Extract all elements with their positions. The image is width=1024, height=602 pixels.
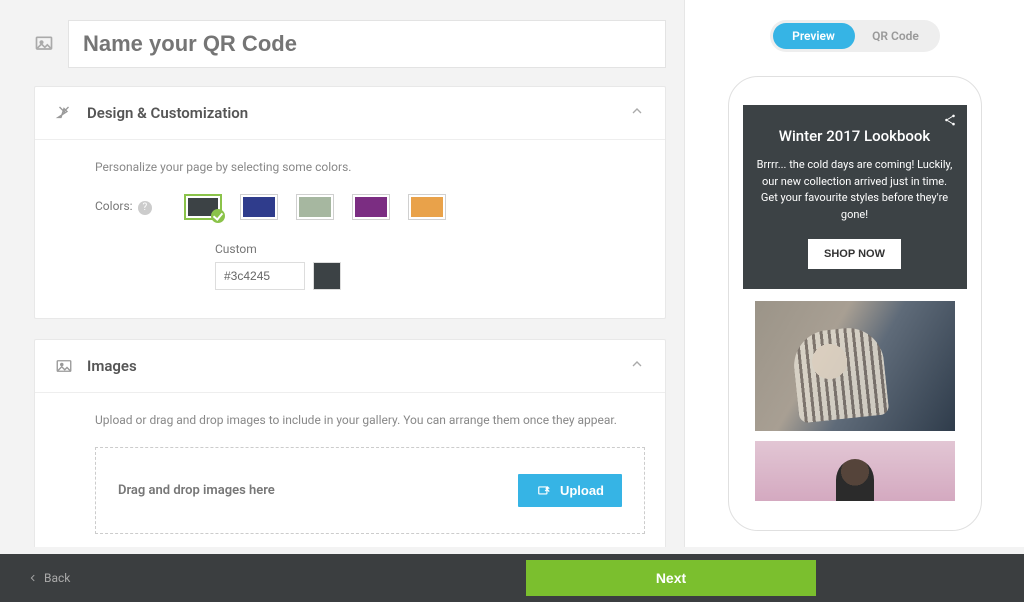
design-desc: Personalize your page by selecting some …	[95, 160, 645, 174]
color-swatch-1[interactable]	[240, 194, 278, 220]
color-swatch-3[interactable]	[352, 194, 390, 220]
preview-image-1	[755, 301, 955, 431]
custom-color-label: Custom	[215, 242, 645, 256]
chevron-up-icon	[629, 103, 645, 123]
image-placeholder-icon	[34, 34, 54, 54]
drop-text: Drag and drop images here	[118, 483, 275, 498]
preview-toggle: Preview QR Code	[770, 20, 940, 52]
hex-swatch[interactable]	[313, 262, 341, 290]
color-swatch-4[interactable]	[408, 194, 446, 220]
qr-name-input[interactable]	[68, 20, 666, 68]
chevron-up-icon	[629, 356, 645, 376]
shop-now-button[interactable]: SHOP NOW	[808, 239, 901, 269]
chevron-left-icon	[28, 573, 38, 583]
upload-button[interactable]: Upload	[518, 474, 622, 507]
drop-zone[interactable]: Drag and drop images here Upload	[95, 447, 645, 534]
check-icon	[211, 209, 225, 223]
toggle-preview[interactable]: Preview	[773, 23, 855, 49]
color-swatch-2[interactable]	[296, 194, 334, 220]
toggle-qrcode[interactable]: QR Code	[855, 23, 937, 49]
next-button[interactable]: Next	[526, 560, 816, 596]
preview-description: Brrrr... the cold days are coming! Lucki…	[757, 157, 953, 223]
upload-icon	[536, 484, 552, 498]
images-panel-header[interactable]: Images	[35, 340, 665, 393]
design-panel-title: Design & Customization	[87, 104, 615, 122]
hex-input[interactable]	[215, 262, 305, 290]
colors-label: Colors: ?	[95, 199, 152, 215]
images-desc: Upload or drag and drop images to includ…	[95, 413, 645, 427]
color-swatches	[184, 194, 446, 220]
design-panel-header[interactable]: Design & Customization	[35, 87, 665, 140]
design-icon	[55, 104, 73, 122]
back-label: Back	[44, 571, 70, 585]
back-button[interactable]: Back	[28, 571, 70, 585]
upload-label: Upload	[560, 483, 604, 498]
images-panel-title: Images	[87, 357, 615, 375]
phone-preview: Winter 2017 Lookbook Brrrr... the cold d…	[728, 76, 982, 531]
images-icon	[55, 357, 73, 375]
images-panel: Images Upload or drag and drop images to…	[34, 339, 666, 547]
color-swatch-0[interactable]	[184, 194, 222, 220]
design-panel: Design & Customization Personalize your …	[34, 86, 666, 319]
share-icon[interactable]	[943, 113, 957, 131]
preview-image-2	[755, 441, 955, 501]
preview-title: Winter 2017 Lookbook	[757, 127, 953, 145]
help-icon[interactable]: ?	[138, 201, 152, 215]
